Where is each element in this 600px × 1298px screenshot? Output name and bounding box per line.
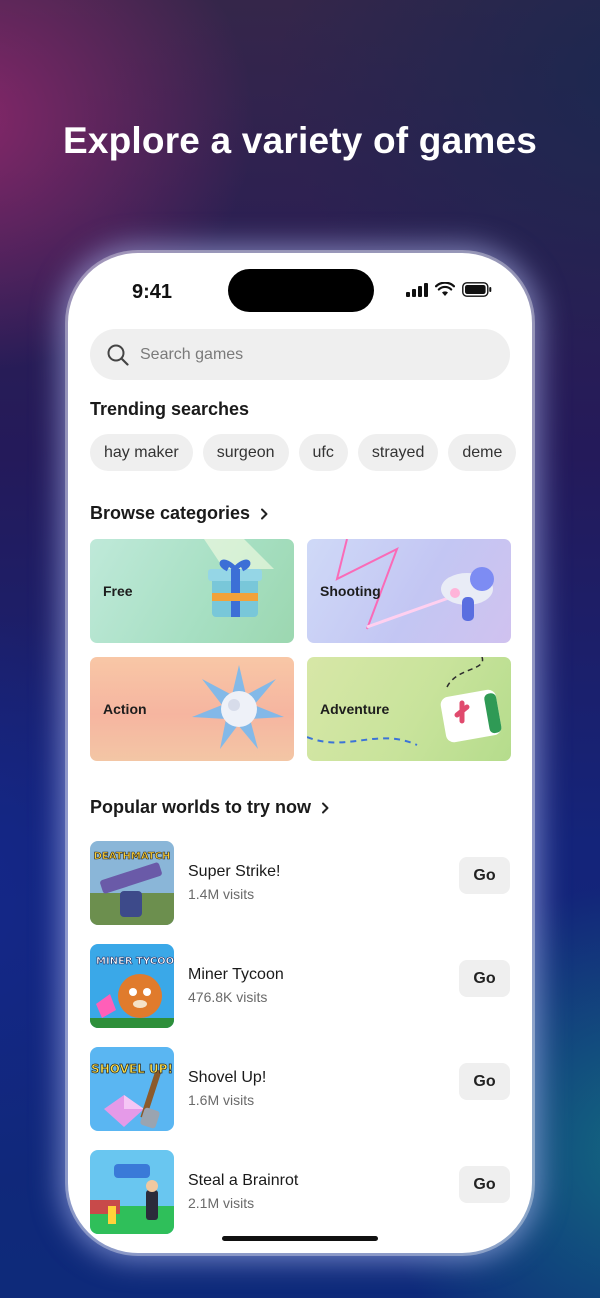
gift-box-icon xyxy=(204,539,274,617)
phone-frame: 9:41 Trending searches hay maker surgeon… xyxy=(68,253,532,1253)
popular-worlds-list: DEATHMATCH Super Strike! 1.4M visits Go … xyxy=(90,831,510,1243)
world-thumbnail: MINER TYCOON xyxy=(90,943,174,1028)
world-visits: 1.6M visits xyxy=(188,1092,255,1108)
go-button[interactable]: Go xyxy=(459,960,510,997)
popular-worlds-link[interactable]: Popular worlds to try now xyxy=(90,797,331,818)
world-visits: 1.4M visits xyxy=(188,886,255,902)
status-time: 9:41 xyxy=(132,281,173,303)
go-button[interactable]: Go xyxy=(459,1063,510,1100)
thumbnail-title: DEATHMATCH xyxy=(94,851,171,862)
category-label: Free xyxy=(103,583,133,599)
browse-categories-title: Browse categories xyxy=(90,503,251,523)
category-label: Action xyxy=(103,701,147,717)
trending-chip[interactable]: ufc xyxy=(298,434,348,471)
burst-fist-icon xyxy=(192,665,284,749)
world-row[interactable]: DEATHMATCH Super Strike! 1.4M visits Go xyxy=(90,831,510,934)
world-row[interactable]: Steal a Brainrot 2.1M visits Go xyxy=(90,1140,510,1243)
trending-chip[interactable]: surgeon xyxy=(202,434,289,471)
trending-chip[interactable]: hay maker xyxy=(90,434,193,471)
world-visits: 476.8K visits xyxy=(188,989,268,1005)
category-card-action[interactable]: Action xyxy=(90,657,294,761)
trending-title: Trending searches xyxy=(90,399,250,419)
go-button[interactable]: Go xyxy=(459,1166,510,1203)
category-card-shooting[interactable]: Shooting xyxy=(307,539,511,643)
popular-worlds-title: Popular worlds to try now xyxy=(90,797,312,817)
trending-chip[interactable]: strayed xyxy=(357,434,439,471)
category-grid: Free Shooting Action Adventure xyxy=(90,539,511,761)
world-thumbnail xyxy=(90,1149,174,1234)
status-icons xyxy=(406,282,492,297)
world-visits: 2.1M visits xyxy=(188,1195,255,1211)
category-label: Shooting xyxy=(320,583,381,599)
thumbnail-title: SHOVEL UP! xyxy=(91,1062,173,1076)
category-card-free[interactable]: Free xyxy=(90,539,294,643)
trending-chips: hay maker surgeon ufc strayed deme xyxy=(90,434,532,472)
page-headline: Explore a variety of games xyxy=(62,120,538,161)
world-thumbnail: DEATHMATCH xyxy=(90,840,174,925)
search-input[interactable] xyxy=(140,345,440,364)
browse-categories-link[interactable]: Browse categories xyxy=(90,503,270,524)
category-label: Adventure xyxy=(320,701,390,717)
world-row[interactable]: MINER TYCOON Miner Tycoon 476.8K visits … xyxy=(90,934,510,1037)
chevron-right-icon xyxy=(322,802,329,813)
dynamic-island xyxy=(228,269,374,312)
battery-icon xyxy=(462,282,492,297)
home-indicator[interactable] xyxy=(222,1236,378,1241)
world-name: Super Strike! xyxy=(188,863,281,880)
search-icon xyxy=(107,344,129,366)
world-name: Miner Tycoon xyxy=(188,966,284,983)
cellular-signal-icon xyxy=(406,283,428,297)
world-thumbnail: SHOVEL UP! xyxy=(90,1046,174,1131)
thumbnail-title: MINER TYCOON xyxy=(96,956,174,967)
world-row[interactable]: SHOVEL UP! Shovel Up! 1.6M visits Go xyxy=(90,1037,510,1140)
chevron-right-icon xyxy=(261,508,268,519)
trending-chip[interactable]: deme xyxy=(448,434,517,471)
category-card-adventure[interactable]: Adventure xyxy=(307,657,511,761)
world-name: Steal a Brainrot xyxy=(188,1172,299,1189)
wifi-icon xyxy=(435,282,455,297)
go-button[interactable]: Go xyxy=(459,857,510,894)
world-name: Shovel Up! xyxy=(188,1069,267,1086)
search-bar[interactable] xyxy=(90,329,510,380)
